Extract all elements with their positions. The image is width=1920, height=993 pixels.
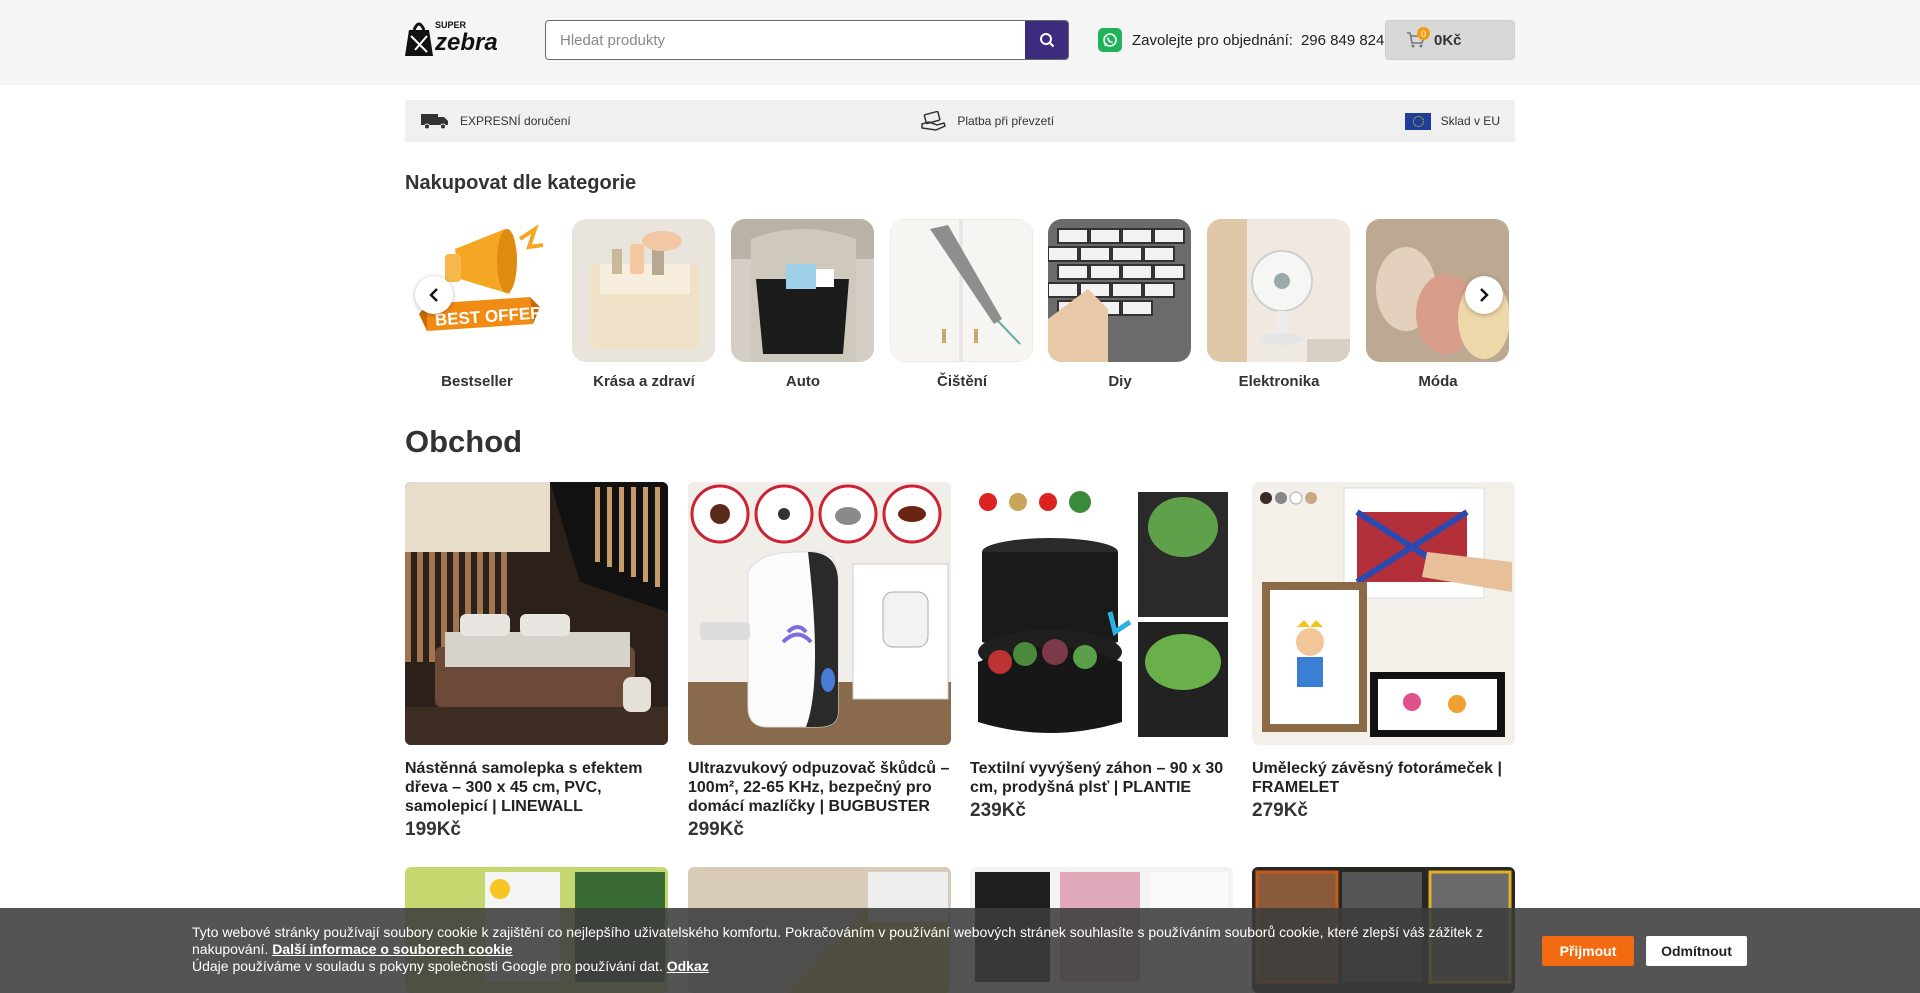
product-card[interactable]: Textilní vyvýšený záhon – 90 x 30 cm, pr… — [970, 482, 1233, 822]
cart-total: 0Kč — [1434, 31, 1462, 49]
cookie-more-info-link[interactable]: Další informace o souborech cookie — [272, 941, 512, 957]
categories-carousel: BEST OFFER Bestseller Krása a zdraví Aut… — [405, 219, 1515, 394]
search-bar — [545, 20, 1069, 60]
product-card[interactable]: Umělecký závěsný fotorámeček | FRAMELET … — [1252, 482, 1515, 822]
phone-order[interactable]: Zavolejte pro objednání: 296 849 824 — [1098, 28, 1384, 52]
superzebra-logo[interactable]: SUPER zebra — [405, 16, 507, 58]
category-image-diy — [1048, 219, 1191, 362]
search-input[interactable] — [546, 21, 1026, 59]
phone-label: Zavolejte pro objednání: — [1132, 31, 1293, 49]
cookie-google-text: Údaje používáme v souladu s pokyny spole… — [192, 958, 663, 974]
product-name[interactable]: Ultrazvukový odpuzovač škůdců – 100m², 2… — [688, 759, 951, 816]
product-name[interactable]: Nástěnná samolepka s efektem dřeva – 300… — [405, 759, 668, 816]
category-image-auto — [731, 219, 874, 362]
categories-heading: Nakupovat dle kategorie — [405, 172, 637, 194]
category-cleaning[interactable]: Čištění — [890, 219, 1034, 394]
product-image[interactable] — [970, 482, 1233, 745]
benefit-payment: Platba při převzetí — [921, 111, 1054, 131]
benefit-delivery: EXPRESNÍ doručení — [420, 112, 571, 130]
cart-button[interactable]: 0 0Kč — [1385, 20, 1515, 60]
chevron-left-icon — [429, 288, 438, 302]
product-name[interactable]: Textilní vyvýšený záhon – 90 x 30 cm, pr… — [970, 759, 1233, 797]
cart-count-badge: 0 — [1417, 27, 1430, 40]
truck-icon — [421, 114, 448, 130]
category-label: Čištění — [936, 373, 987, 390]
product-card[interactable]: Nástěnná samolepka s efektem dřeva – 300… — [405, 482, 668, 841]
category-label: Auto — [785, 373, 821, 390]
cookie-text-block: Tyto webové stránky používají soubory co… — [192, 924, 1492, 975]
logo-text-zebra: zebra — [434, 29, 498, 56]
product-price: 239Kč — [970, 800, 1026, 821]
whatsapp-icon — [1098, 28, 1122, 52]
category-image-beauty — [572, 219, 715, 362]
product-name[interactable]: Umělecký závěsný fotorámeček | FRAMELET — [1252, 759, 1515, 797]
cookie-accept-button[interactable]: Přijmout — [1542, 936, 1634, 966]
search-button[interactable] — [1025, 21, 1068, 59]
product-card[interactable]: Ultrazvukový odpuzovač škůdců – 100m², 2… — [688, 482, 951, 841]
category-beauty-health[interactable]: Krása a zdraví — [572, 219, 716, 394]
benefits-bar: EXPRESNÍ doručení Platba při převzetí Sk… — [405, 100, 1515, 142]
product-image[interactable] — [1252, 482, 1515, 745]
cookie-reject-button[interactable]: Odmítnout — [1646, 936, 1747, 966]
phone-number[interactable]: 296 849 824 — [1301, 32, 1384, 49]
product-image[interactable] — [405, 482, 668, 745]
search-icon — [1039, 33, 1054, 48]
product-image[interactable] — [688, 482, 951, 745]
category-label: Elektronika — [1238, 373, 1320, 390]
product-price: 199Kč — [405, 819, 461, 840]
benefit-warehouse: Sklad v EU — [1404, 112, 1500, 130]
site-header: SUPER zebra Zavolejte pro objednání: 296… — [0, 0, 1920, 85]
product-price: 299Kč — [688, 819, 744, 840]
benefit-warehouse-label: Sklad v EU — [1440, 114, 1500, 128]
category-image-cleaning — [890, 219, 1033, 362]
shop-heading: Obchod — [405, 424, 523, 459]
benefit-delivery-label: EXPRESNÍ doručení — [460, 114, 571, 128]
benefit-payment-label: Platba při převzetí — [957, 114, 1055, 128]
category-label: Krása a zdraví — [593, 373, 695, 390]
hand-payment-icon — [921, 111, 947, 131]
category-electronics[interactable]: Elektronika — [1207, 219, 1351, 394]
product-price: 279Kč — [1252, 800, 1308, 821]
category-label: Móda — [1418, 373, 1458, 390]
carousel-prev-button[interactable] — [415, 276, 453, 314]
chevron-right-icon — [1480, 288, 1489, 302]
category-diy[interactable]: Diy — [1048, 219, 1192, 394]
cookie-consent-bar: Tyto webové stránky používají soubory co… — [0, 908, 1920, 993]
category-image-electronics — [1207, 219, 1350, 362]
category-label: Diy — [1108, 373, 1132, 390]
category-label: Bestseller — [441, 373, 513, 390]
category-auto[interactable]: Auto — [731, 219, 875, 394]
cookie-google-link[interactable]: Odkaz — [667, 958, 709, 974]
carousel-next-button[interactable] — [1465, 276, 1503, 314]
eu-flag-icon — [1404, 112, 1431, 130]
